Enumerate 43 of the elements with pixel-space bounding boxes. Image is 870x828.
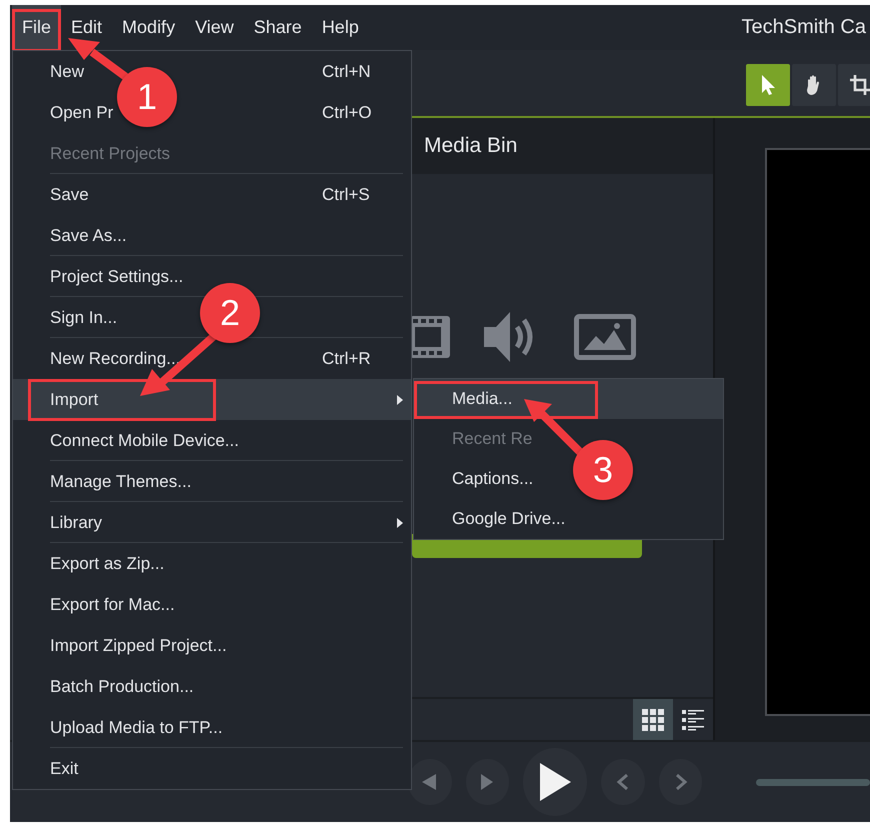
menu-title[interactable]: View: [185, 5, 244, 50]
menu-title[interactable]: Share: [244, 5, 312, 50]
menu-item[interactable]: Save: [50, 184, 89, 204]
shortcut-text: Ctrl+S: [322, 184, 370, 204]
menu-item[interactable]: New Recording...: [50, 348, 180, 368]
menu-title[interactable]: Edit: [61, 5, 112, 50]
window-title: TechSmith Ca: [742, 16, 866, 39]
play-icon: [538, 762, 572, 802]
menu-item[interactable]: Google Drive...: [452, 509, 566, 529]
menu-item[interactable]: Import Zipped Project...: [50, 636, 227, 656]
menu-title[interactable]: Help: [312, 5, 369, 50]
pointer-icon: [759, 74, 777, 96]
menu-item[interactable]: Captions...: [452, 469, 534, 489]
shortcut-text: Ctrl+R: [322, 348, 371, 368]
crop-tool-button[interactable]: [838, 64, 870, 106]
shortcut-text: Ctrl+O: [322, 102, 372, 122]
menu-item[interactable]: Export for Mac...: [50, 594, 175, 614]
menu-title[interactable]: Modify: [112, 5, 186, 50]
next-button[interactable]: [658, 759, 702, 805]
menu-item[interactable]: Batch Production...: [50, 676, 194, 696]
menu-item[interactable]: Upload Media to FTP...: [50, 718, 223, 738]
menu-item[interactable]: Manage Themes...: [50, 472, 192, 492]
list-icon: [681, 708, 705, 732]
menu-title[interactable]: File: [12, 5, 62, 50]
menu-item[interactable]: Project Settings...: [50, 266, 184, 286]
hand-tool-button[interactable]: [792, 64, 836, 106]
previous-button[interactable]: [408, 759, 452, 805]
menu-item[interactable]: Export as Zip...: [50, 554, 164, 574]
menu-item[interactable]: Library: [50, 512, 102, 532]
image-icon: [574, 314, 636, 360]
menu-item[interactable]: Media...: [414, 379, 723, 419]
menu-item[interactable]: Open Pr: [50, 102, 114, 122]
panel-title: Media Bin: [424, 134, 518, 158]
menu-item[interactable]: Sign In...: [50, 308, 118, 328]
menu-item[interactable]: Save As...: [50, 226, 127, 246]
menu-item[interactable]: Import: [13, 379, 411, 420]
grid-view-button[interactable]: [633, 699, 673, 740]
menu-item[interactable]: New: [50, 62, 84, 82]
menu-item[interactable]: Connect Mobile Device...: [50, 430, 239, 450]
menu-item[interactable]: Exit: [50, 758, 78, 778]
grid-icon: [641, 708, 665, 732]
shortcut-text: Ctrl+N: [322, 62, 371, 82]
crop-icon: [849, 74, 870, 96]
